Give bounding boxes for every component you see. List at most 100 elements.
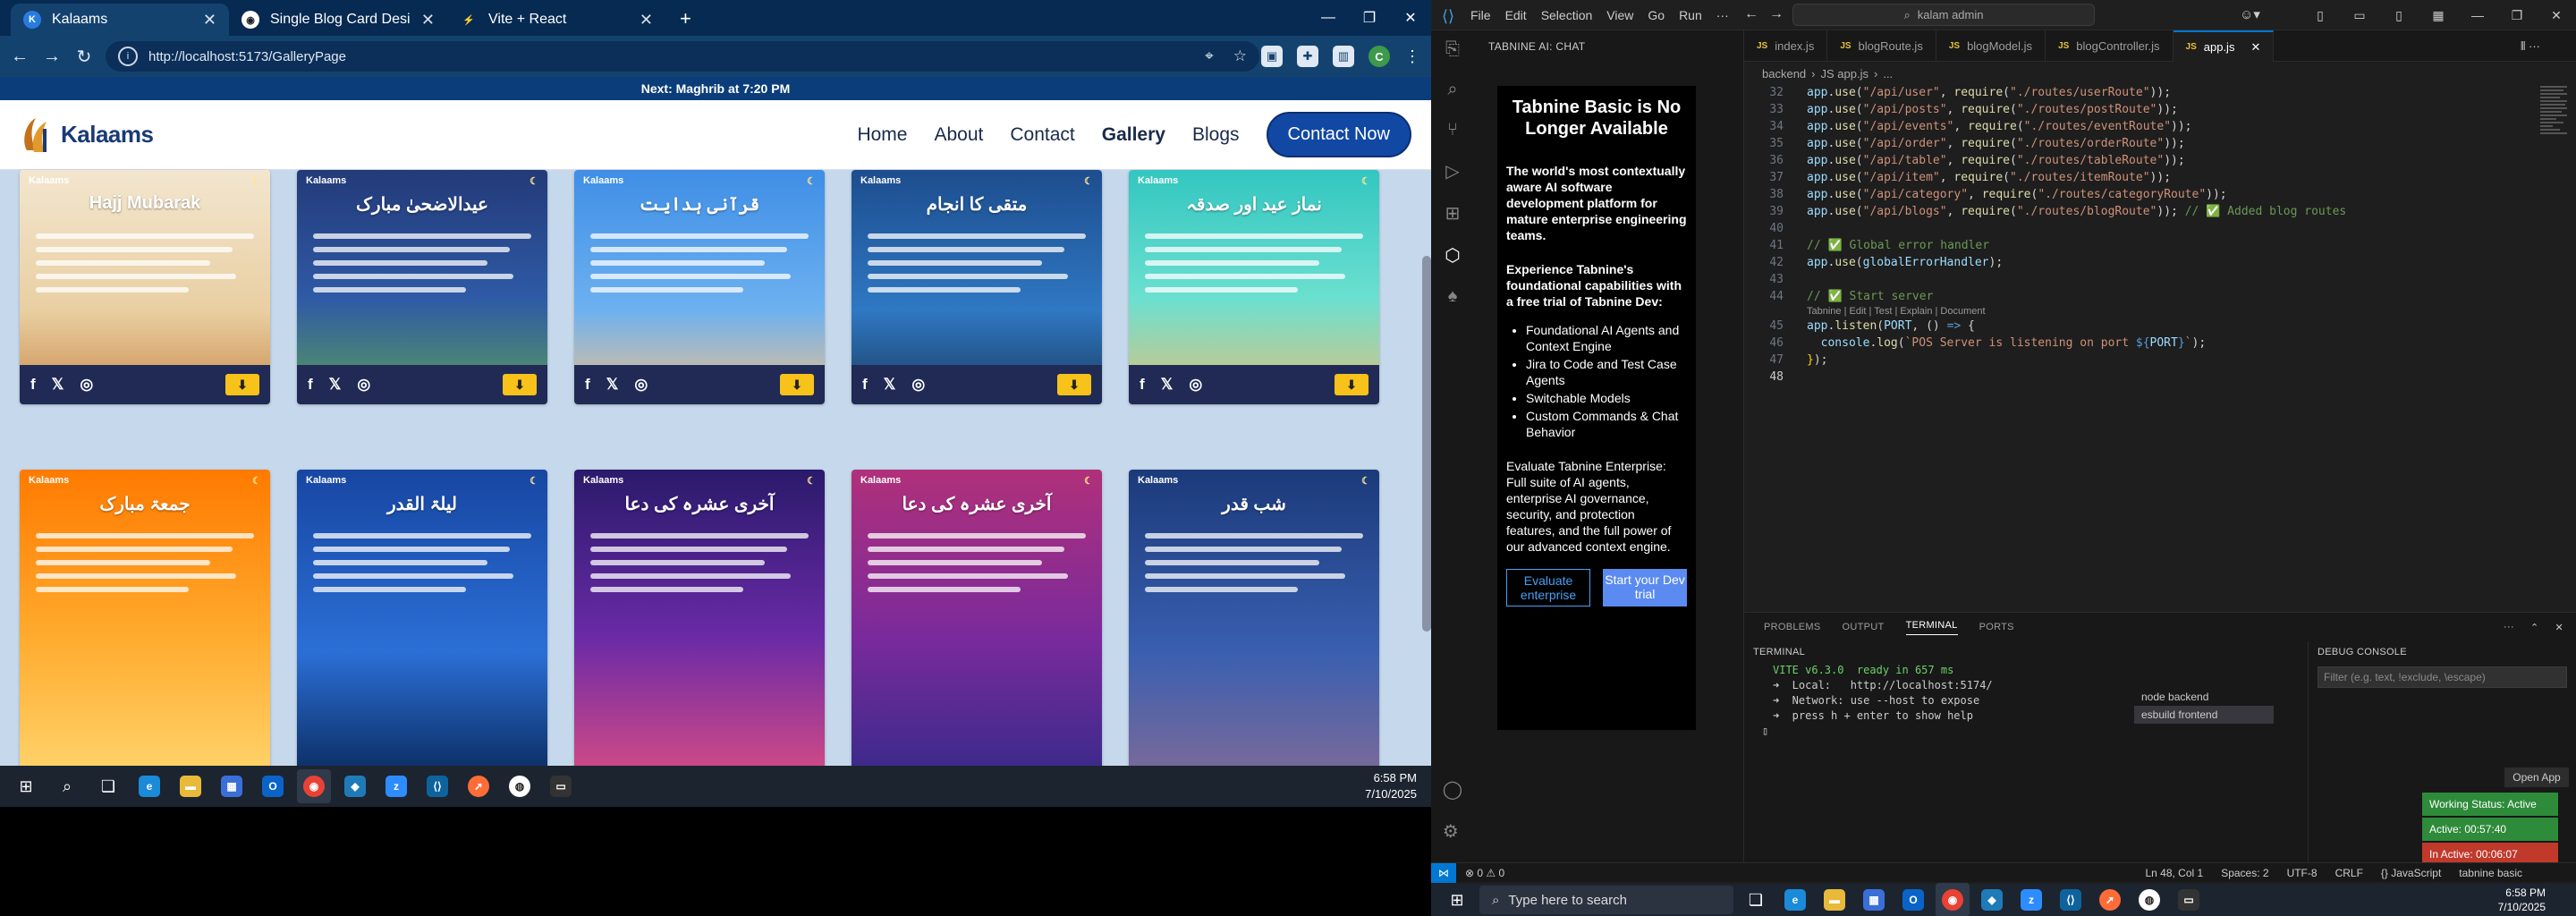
- breadcrumb-folder[interactable]: backend: [1762, 67, 1806, 81]
- maximize-icon[interactable]: ❐: [1349, 0, 1390, 36]
- x-twitter-icon[interactable]: 𝕏: [52, 376, 64, 394]
- extensions-icon[interactable]: ⊞: [1445, 202, 1461, 225]
- explorer-icon[interactable]: ⎘: [1445, 39, 1460, 60]
- panel-tab-terminal[interactable]: TERMINAL: [1905, 620, 1958, 635]
- run-debug-icon[interactable]: ▷: [1445, 160, 1459, 182]
- download-icon[interactable]: ⬇: [503, 374, 537, 395]
- outlook-icon[interactable]: O: [1896, 883, 1930, 916]
- menu-view[interactable]: View: [1606, 8, 1633, 22]
- windows-start-icon[interactable]: ⊞: [9, 769, 43, 803]
- encoding[interactable]: UTF-8: [2287, 867, 2318, 879]
- command-center-search[interactable]: ⌕ kalam admin: [1792, 4, 2095, 26]
- open-app-button[interactable]: Open App: [2504, 768, 2569, 787]
- gallery-card[interactable]: Kalaams ☾ قرآنی ہدایت f 𝕏 ◎ ⬇: [574, 170, 825, 404]
- x-twitter-icon[interactable]: 𝕏: [329, 376, 342, 394]
- puzzle-icon[interactable]: ✚: [1297, 46, 1318, 67]
- windows-start-icon[interactable]: ⊞: [1440, 883, 1474, 916]
- postman-icon[interactable]: ➚: [462, 769, 496, 803]
- facebook-icon[interactable]: f: [862, 376, 868, 394]
- code-editor[interactable]: 32 app.use("/api/user", require("./routes…: [1744, 84, 2531, 612]
- facebook-icon[interactable]: f: [1140, 376, 1145, 394]
- instagram-icon[interactable]: ◎: [1189, 376, 1202, 394]
- gallery-card[interactable]: Kalaams ☾ شب قدر: [1129, 470, 1379, 774]
- indentation[interactable]: Spaces: 2: [2221, 867, 2268, 879]
- new-tab-icon[interactable]: +: [680, 7, 691, 30]
- x-twitter-icon[interactable]: 𝕏: [884, 376, 896, 394]
- editor-tab-blogcontroller[interactable]: JS blogController.js: [2046, 30, 2174, 62]
- page-scrollbar[interactable]: [1422, 256, 1431, 632]
- vs-minimize-icon[interactable]: —: [2458, 0, 2497, 30]
- menu-run[interactable]: Run: [1679, 8, 1702, 22]
- menu-file[interactable]: File: [1470, 8, 1491, 22]
- taskbar-search-icon[interactable]: ⌕: [50, 769, 84, 803]
- breadcrumb-file[interactable]: JS app.js: [1821, 67, 1868, 81]
- nav-blogs[interactable]: Blogs: [1192, 124, 1240, 146]
- menu-more[interactable]: ···: [1716, 8, 1729, 22]
- postman-icon[interactable]: ➚: [2093, 883, 2127, 916]
- task-view-icon[interactable]: ❏: [91, 769, 125, 803]
- app-icon[interactable]: ◆: [338, 769, 372, 803]
- download-icon[interactable]: ⬇: [780, 374, 814, 395]
- search-view-icon[interactable]: ⌕: [1447, 80, 1457, 100]
- instagram-icon[interactable]: ◎: [911, 376, 925, 394]
- instagram-icon[interactable]: ◎: [80, 376, 93, 394]
- menu-selection[interactable]: Selection: [1541, 8, 1593, 22]
- panel-tab-ports[interactable]: PORTS: [1979, 622, 2014, 632]
- site-info-icon[interactable]: i: [118, 47, 138, 66]
- editor-tab-blogroute[interactable]: JS blogRoute.js: [1827, 30, 1936, 62]
- close-tab-icon[interactable]: ✕: [203, 11, 216, 30]
- menu-go[interactable]: Go: [1648, 8, 1665, 22]
- site-logo[interactable]: Kalaams: [20, 114, 154, 156]
- forward-icon[interactable]: →: [36, 47, 68, 67]
- breadcrumb-symbol[interactable]: ...: [1883, 67, 1893, 81]
- instagram-icon[interactable]: ◎: [357, 376, 370, 394]
- nav-home[interactable]: Home: [857, 124, 907, 146]
- zoom-icon[interactable]: z: [379, 769, 413, 803]
- gallery-card[interactable]: Kalaams ☾ Hajj Mubarak f 𝕏 ◎ ⬇: [20, 170, 270, 404]
- file-explorer-icon[interactable]: ▬: [174, 769, 208, 803]
- close-editor-icon[interactable]: ✕: [2250, 40, 2260, 55]
- edge-icon[interactable]: e: [132, 769, 166, 803]
- nav-contact[interactable]: Contact: [1010, 124, 1074, 146]
- instagram-icon[interactable]: ◎: [634, 376, 648, 394]
- contact-now-button[interactable]: Contact Now: [1266, 112, 1411, 157]
- facebook-icon[interactable]: f: [585, 376, 590, 394]
- gallery-card[interactable]: Kalaams ☾ آخری عشرہ کی دعا: [852, 470, 1102, 774]
- menu-edit[interactable]: Edit: [1505, 8, 1527, 22]
- copilot-icon[interactable]: ☺▾: [2240, 6, 2260, 22]
- gallery-card[interactable]: Kalaams ☾ جمعۃ مبارک: [20, 470, 270, 774]
- panel-close-icon[interactable]: ✕: [2555, 622, 2563, 633]
- debug-filter-input[interactable]: Filter (e.g. text, !exclude, \escape): [2318, 666, 2567, 688]
- store-icon[interactable]: ▦: [1857, 883, 1891, 916]
- download-icon[interactable]: ⬇: [1335, 374, 1368, 395]
- panel-more-icon[interactable]: ···: [2504, 622, 2514, 633]
- outlook-icon[interactable]: O: [256, 769, 290, 803]
- start-dev-trial-button[interactable]: Start your Dev trial: [1603, 569, 1687, 606]
- facebook-icon[interactable]: f: [308, 376, 313, 394]
- language-mode[interactable]: {} JavaScript: [2381, 867, 2441, 879]
- panel-maximize-icon[interactable]: ⌃: [2530, 622, 2539, 633]
- settings-gear-icon[interactable]: ⚙: [1443, 820, 1462, 843]
- close-window-icon[interactable]: ✕: [1390, 0, 1431, 36]
- problems-count[interactable]: ⊗ 0 ⚠ 0: [1465, 867, 1504, 879]
- terminal-item-node[interactable]: node backend: [2134, 688, 2274, 706]
- editor-tab-app[interactable]: JS app.js ✕: [2173, 30, 2275, 62]
- x-twitter-icon[interactable]: 𝕏: [1161, 376, 1174, 394]
- terminal-item-esbuild[interactable]: esbuild frontend: [2134, 706, 2274, 724]
- editor-tab-index[interactable]: JS index.js: [1744, 30, 1828, 62]
- vs-close-icon[interactable]: ✕: [2537, 0, 2576, 30]
- close-tab-icon[interactable]: ✕: [421, 11, 435, 30]
- cursor-position[interactable]: Ln 48, Col 1: [2145, 867, 2203, 879]
- gallery-card[interactable]: Kalaams ☾ عیدالاضحیٰ مبارک f 𝕏 ◎ ⬇: [297, 170, 547, 404]
- browser-tab-kalaams[interactable]: K Kalaams ✕: [11, 4, 229, 36]
- close-tab-icon[interactable]: ✕: [640, 11, 653, 30]
- evaluate-enterprise-button[interactable]: Evaluate enterprise: [1506, 569, 1591, 606]
- editor-tab-blogmodel[interactable]: JS blogModel.js: [1936, 30, 2046, 62]
- vs-maximize-icon[interactable]: ❐: [2497, 0, 2537, 30]
- nav-about[interactable]: About: [934, 124, 983, 146]
- chrome-taskbar-icon[interactable]: ◉: [1936, 883, 1970, 916]
- app-icon[interactable]: ◆: [1975, 883, 2009, 916]
- panel-tab-problems[interactable]: PROBLEMS: [1764, 622, 1821, 632]
- browser-tab-vite[interactable]: ⚡ Vite + React ✕: [447, 4, 665, 36]
- store-icon[interactable]: ▦: [215, 769, 249, 803]
